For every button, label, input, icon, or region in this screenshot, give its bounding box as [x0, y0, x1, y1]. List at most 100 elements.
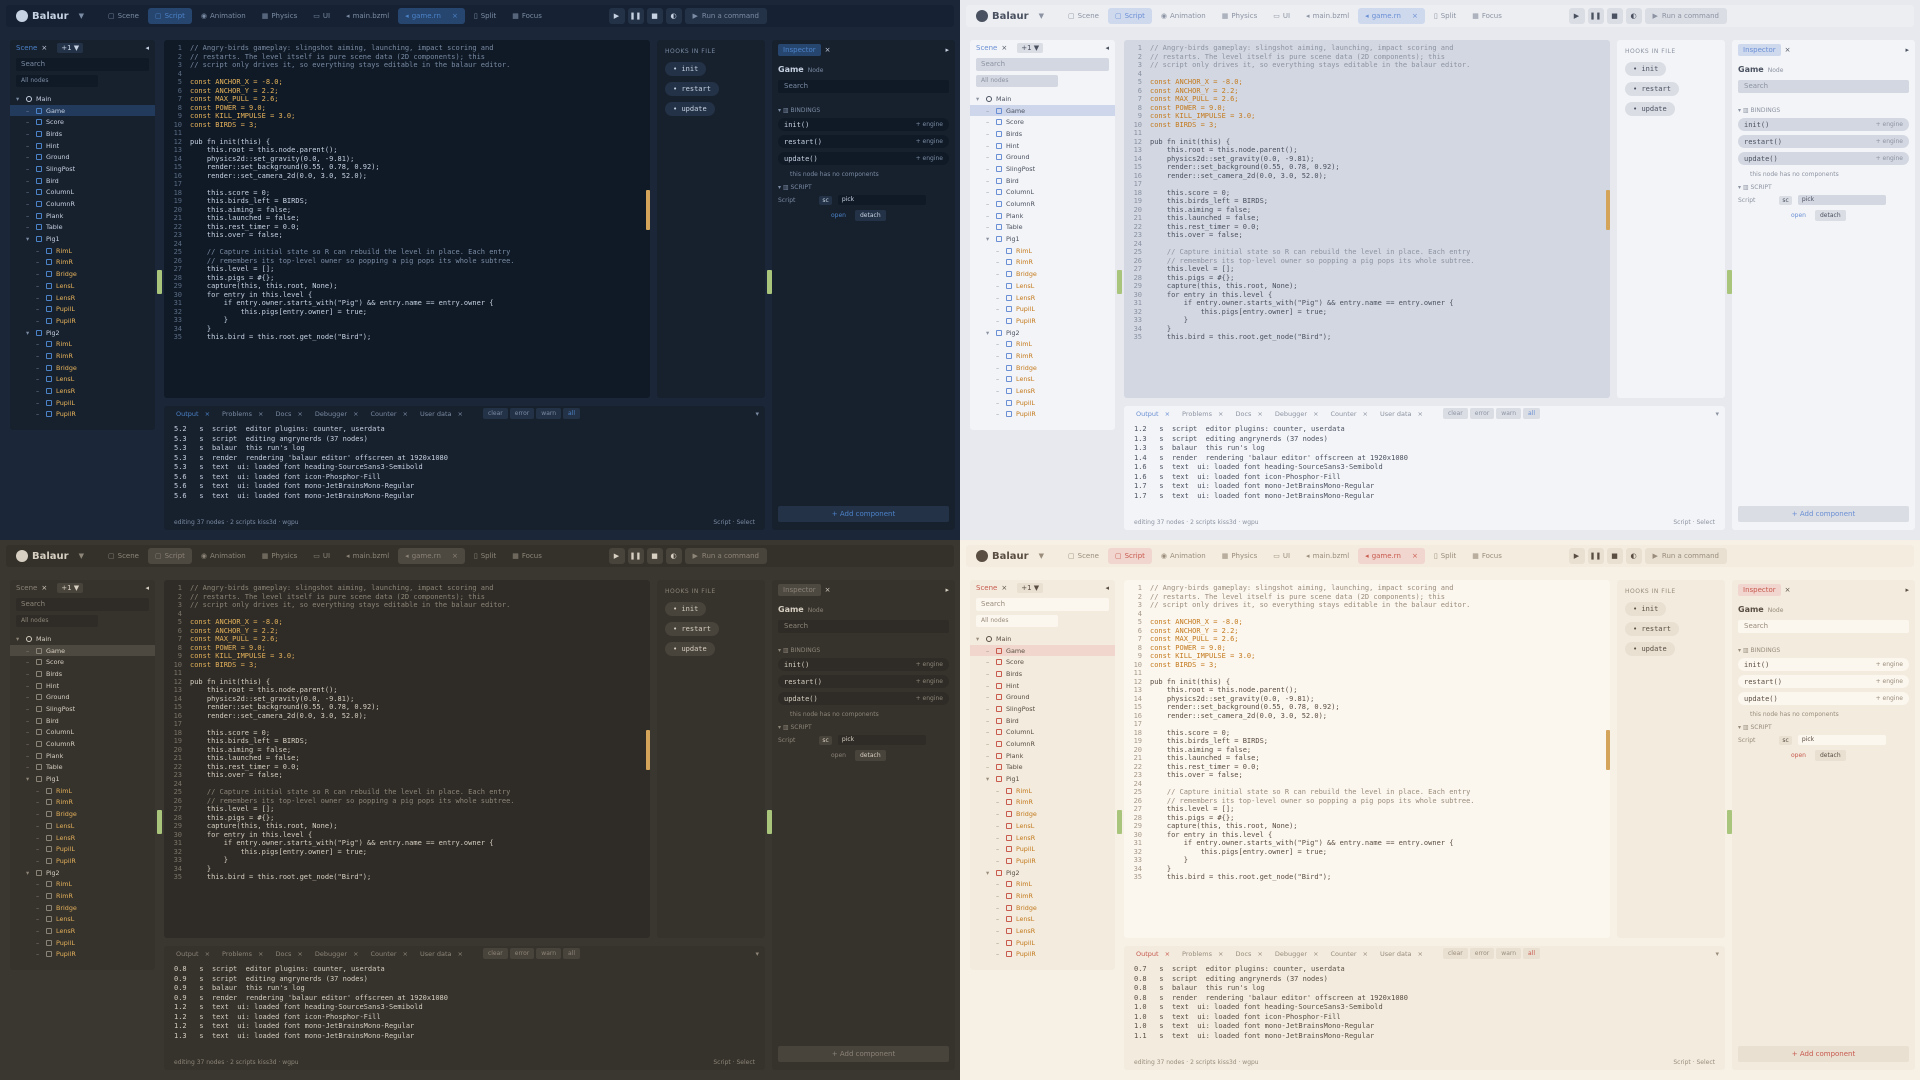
tree-toggle-icon[interactable]: –	[986, 142, 996, 150]
close-icon[interactable]: ×	[1363, 410, 1368, 418]
tree-node[interactable]: – RimR	[10, 890, 155, 902]
close-icon[interactable]: ×	[1417, 950, 1422, 958]
tree-node[interactable]: ▾ Main	[10, 633, 155, 645]
tab-script[interactable]: ▢ Script	[1107, 8, 1152, 24]
tree-node[interactable]: ▾ Pig2	[970, 867, 1115, 879]
tree-toggle-icon[interactable]: –	[996, 270, 1006, 278]
close-icon[interactable]: ×	[403, 410, 408, 418]
scrollbar[interactable]	[1606, 190, 1610, 230]
tree-toggle-icon[interactable]: –	[26, 658, 36, 666]
tree-toggle-icon[interactable]: –	[996, 410, 1006, 418]
tree-toggle-icon[interactable]: –	[36, 798, 46, 806]
tree-node[interactable]: – RimR	[970, 797, 1115, 809]
tree-toggle-icon[interactable]: –	[986, 188, 996, 196]
split-handle[interactable]	[767, 270, 772, 294]
tree-node[interactable]: – RimR	[970, 257, 1115, 269]
tree-toggle-icon[interactable]: –	[986, 717, 996, 725]
depth-select[interactable]: +1 ▼	[57, 583, 84, 593]
play-button[interactable]: ▶	[1568, 8, 1585, 24]
scrollbar[interactable]	[646, 730, 650, 770]
collapse-icon[interactable]: ◂	[1105, 584, 1109, 592]
tree-node[interactable]: – PupilR	[10, 315, 155, 327]
tree-node[interactable]: – PupilL	[10, 397, 155, 409]
play-button[interactable]: ▶	[1568, 548, 1585, 564]
detach-script-button[interactable]: detach	[1814, 750, 1846, 761]
tree-toggle-icon[interactable]: –	[996, 258, 1006, 266]
output-tab-user-data[interactable]: User data ×	[414, 948, 469, 960]
tree-toggle-icon[interactable]: ▾	[26, 869, 36, 877]
filter-warn-button[interactable]: warn	[1496, 948, 1522, 959]
tab-script[interactable]: ▢ Script	[147, 8, 192, 24]
tab-focus[interactable]: ▦ Focus	[1465, 8, 1509, 24]
tab-game-rn[interactable]: ◂ game.rn ×	[398, 8, 465, 24]
output-tab-output[interactable]: Output ×	[1130, 408, 1176, 420]
hook-update[interactable]: • update	[1625, 642, 1675, 656]
tree-toggle-icon[interactable]: –	[26, 165, 36, 173]
tree-toggle-icon[interactable]: –	[996, 352, 1006, 360]
tree-node[interactable]: – PupilR	[970, 409, 1115, 421]
tree-toggle-icon[interactable]: –	[986, 705, 996, 713]
detach-script-button[interactable]: detach	[1814, 210, 1846, 221]
tree-toggle-icon[interactable]: –	[986, 223, 996, 231]
output-tab-output[interactable]: Output ×	[1130, 948, 1176, 960]
scene-search-input[interactable]: Search	[976, 598, 1109, 611]
tab-scene[interactable]: Scene	[976, 584, 997, 592]
tree-toggle-icon[interactable]: –	[26, 682, 36, 690]
filter-all-button[interactable]: all	[563, 948, 581, 959]
tree-toggle-icon[interactable]: –	[36, 834, 46, 842]
close-icon[interactable]: ×	[1001, 584, 1007, 592]
tree-node[interactable]: – PupilL	[970, 303, 1115, 315]
tab-game-rn[interactable]: ◂ game.rn ×	[1358, 8, 1425, 24]
hook-restart[interactable]: • restart	[665, 622, 719, 636]
tree-toggle-icon[interactable]: –	[36, 399, 46, 407]
tree-node[interactable]: – LensL	[970, 374, 1115, 386]
stop-button[interactable]: ■	[646, 548, 663, 564]
tree-toggle-icon[interactable]: –	[36, 375, 46, 383]
tree-node[interactable]: – ColumnL	[10, 187, 155, 199]
tree-toggle-icon[interactable]: –	[986, 212, 996, 220]
tree-toggle-icon[interactable]: –	[26, 693, 36, 701]
tree-node[interactable]: – PupilL	[970, 397, 1115, 409]
tree-node[interactable]: – ColumnL	[10, 727, 155, 739]
close-icon[interactable]: ×	[1218, 410, 1223, 418]
tree-toggle-icon[interactable]: ▾	[16, 635, 26, 643]
tree-node[interactable]: – RimR	[10, 797, 155, 809]
tab-split[interactable]: ▯ Split	[467, 8, 503, 24]
tree-toggle-icon[interactable]: –	[996, 892, 1006, 900]
tree-node[interactable]: – Bridge	[10, 268, 155, 280]
tree-node[interactable]: – RimL	[10, 785, 155, 797]
script-pick-select[interactable]: pick	[1797, 735, 1886, 745]
close-icon[interactable]: ×	[297, 410, 302, 418]
tree-node[interactable]: – LensL	[10, 374, 155, 386]
tree-node[interactable]: – LensR	[970, 925, 1115, 937]
filter-error-button[interactable]: error	[509, 948, 535, 959]
tab-focus[interactable]: ▦ Focus	[505, 548, 549, 564]
node-filter-select[interactable]: All nodes	[976, 615, 1058, 627]
tab-physics[interactable]: ▦ Physics	[255, 548, 305, 564]
output-tab-debugger[interactable]: Debugger ×	[309, 948, 365, 960]
tree-toggle-icon[interactable]: –	[996, 834, 1006, 842]
filter-clear-button[interactable]: clear	[1442, 948, 1468, 959]
close-icon[interactable]: ×	[258, 410, 263, 418]
tree-node[interactable]: – Plank	[10, 750, 155, 762]
tree-node[interactable]: – RimL	[10, 338, 155, 350]
tree-toggle-icon[interactable]: –	[36, 892, 46, 900]
script-section[interactable]: ▾ ▥ SCRIPT	[778, 184, 949, 191]
tab-inspector[interactable]: Inspector	[778, 44, 821, 56]
tree-node[interactable]: – Game	[10, 644, 155, 657]
tree-node[interactable]: – Birds	[970, 128, 1115, 140]
close-icon[interactable]: ×	[1257, 950, 1262, 958]
open-script-button[interactable]: open	[1786, 750, 1811, 761]
filter-error-button[interactable]: error	[1469, 948, 1495, 959]
output-tab-docs[interactable]: Docs ×	[269, 408, 308, 420]
tree-node[interactable]: – Bridge	[970, 268, 1115, 280]
tree-toggle-icon[interactable]: –	[996, 340, 1006, 348]
tree-node[interactable]: – RimL	[10, 878, 155, 890]
close-icon[interactable]: ×	[1412, 12, 1418, 20]
tree-toggle-icon[interactable]: –	[986, 118, 996, 126]
binding-row[interactable]: restart() + engine	[1738, 675, 1909, 688]
filter-clear-button[interactable]: clear	[482, 948, 508, 959]
hook-init[interactable]: • init	[665, 62, 707, 76]
close-icon[interactable]: ×	[825, 586, 831, 594]
tree-toggle-icon[interactable]: –	[26, 670, 36, 678]
